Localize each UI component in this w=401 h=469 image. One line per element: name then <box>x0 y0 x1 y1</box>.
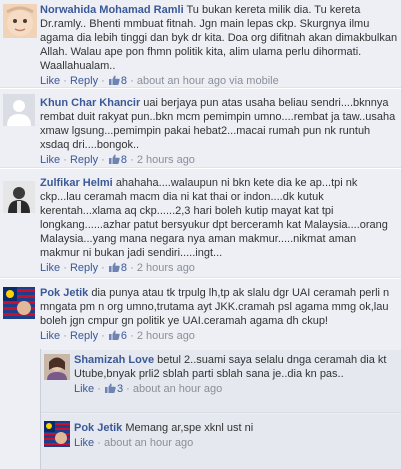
thumbs-up-icon <box>108 75 120 85</box>
reply-link[interactable]: Reply <box>70 75 98 87</box>
reply-link[interactable]: Reply <box>70 330 98 342</box>
comment-time[interactable]: about an hour ago via mobile <box>137 75 279 87</box>
comment: Zulfikar Helmi ahahaha....walaupun ni bk… <box>0 169 401 278</box>
reply-text: Memang ar,spe xknl ust ni <box>125 422 254 434</box>
comment-author[interactable]: Norwahida Mohamad Ramli <box>40 4 184 16</box>
like-link[interactable]: Like <box>40 154 60 166</box>
thumbs-up-icon <box>108 330 120 340</box>
comment-author[interactable]: Khun Char Khancir <box>40 97 140 109</box>
like-count[interactable]: 8 <box>108 154 130 166</box>
like-count[interactable]: 8 <box>108 75 130 87</box>
reply-meta: Like · 3 · about an hour ago <box>74 383 223 395</box>
comment-author[interactable]: Zulfikar Helmi <box>40 177 113 189</box>
avatar[interactable] <box>3 4 37 38</box>
comment: Norwahida Mohamad Ramli Tu bukan kereta … <box>0 0 401 88</box>
comment-time[interactable]: 2 hours ago <box>137 154 195 166</box>
like-count[interactable]: 8 <box>108 262 130 274</box>
like-link[interactable]: Like <box>74 383 94 395</box>
comment-meta: Like · Reply · 8 · 2 hours ago <box>40 262 195 274</box>
like-count[interactable]: 3 <box>104 383 126 395</box>
avatar[interactable] <box>3 94 35 126</box>
thumbs-up-icon <box>108 154 120 164</box>
reply-author[interactable]: Pok Jetik <box>74 422 122 434</box>
avatar[interactable] <box>44 421 76 453</box>
reply-link[interactable]: Reply <box>70 154 98 166</box>
reply-meta: Like · about an hour ago <box>74 437 194 449</box>
reply-link[interactable]: Reply <box>70 262 98 274</box>
avatar[interactable] <box>3 287 35 319</box>
reply: Pok Jetik Memang ar,spe xknl ust ni Like… <box>41 414 401 469</box>
comment-meta: Like · Reply · 8 · 2 hours ago <box>40 154 195 166</box>
thumbs-up-icon <box>104 383 116 393</box>
reply-time[interactable]: about an hour ago <box>133 383 222 395</box>
comment-thread: Norwahida Mohamad Ramli Tu bukan kereta … <box>0 0 401 469</box>
reply-time[interactable]: about an hour ago <box>104 437 193 449</box>
reply: Shamizah Love betul 2..suami saya selalu… <box>41 350 401 413</box>
comment-time[interactable]: 2 hours ago <box>137 330 195 342</box>
comment: Pok Jetik dia punya atau tk trpulg lh,tp… <box>0 279 401 469</box>
comment-text: ahahaha....walaupun ni bkn kete dia ke a… <box>40 177 388 259</box>
like-link[interactable]: Like <box>40 75 60 87</box>
like-link[interactable]: Like <box>40 330 60 342</box>
avatar[interactable] <box>44 354 76 386</box>
reply-author[interactable]: Shamizah Love <box>74 354 154 366</box>
like-link[interactable]: Like <box>74 437 94 449</box>
avatar[interactable] <box>3 181 35 213</box>
comment-meta: Like · Reply · 6 · 2 hours ago <box>40 330 195 342</box>
comment-time[interactable]: 2 hours ago <box>137 262 195 274</box>
like-link[interactable]: Like <box>40 262 60 274</box>
comment-text: dia punya atau tk trpulg lh,tp ak slalu … <box>40 287 390 327</box>
comment-meta: Like · Reply · 8 · about an hour ago via… <box>40 75 279 87</box>
comment-author[interactable]: Pok Jetik <box>40 287 88 299</box>
thumbs-up-icon <box>108 262 120 272</box>
like-count[interactable]: 6 <box>108 330 130 342</box>
comment: Khun Char Khancir uai berjaya pun atas u… <box>0 89 401 168</box>
